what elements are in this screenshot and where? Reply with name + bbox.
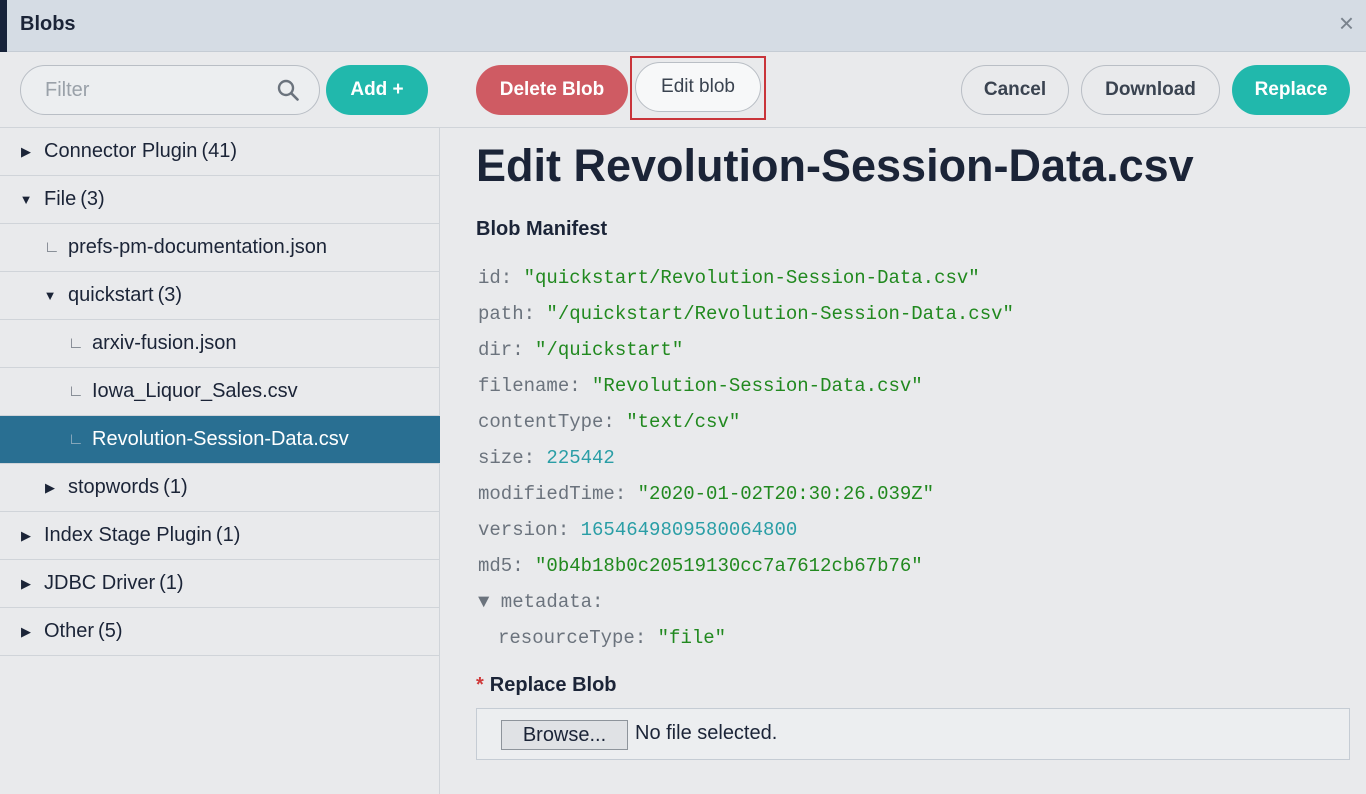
manifest-row-filename: filename: "Revolution-Session-Data.csv"	[478, 375, 923, 397]
manifest-value-resourcetype: "file"	[657, 627, 727, 649]
caret-right-icon[interactable]: ▶	[14, 144, 38, 160]
file-upload-field: Browse... No file selected.	[476, 708, 1350, 760]
caret-right-icon[interactable]: ▶	[14, 576, 38, 592]
leaf-connector-icon: ∟	[68, 382, 84, 400]
tree-item-quickstart[interactable]: ▼ quickstart (3)	[0, 272, 440, 320]
manifest-row-modifiedtime: modifiedTime: "2020-01-02T20:30:26.039Z"	[478, 483, 935, 505]
filter-box	[20, 65, 320, 115]
toolbar: Add + Delete Blob Edit blob Cancel Downl…	[0, 52, 1366, 128]
manifest-row-path: path: "/quickstart/Revolution-Session-Da…	[478, 303, 1014, 325]
page-title: Edit Revolution-Session-Data.csv	[476, 140, 1194, 191]
collapse-toggle-icon[interactable]: ▼	[478, 591, 489, 613]
tree-item-count: (41)	[201, 140, 238, 162]
manifest-value-filename: "Revolution-Session-Data.csv"	[592, 375, 923, 397]
tree-item-count: (1)	[159, 572, 184, 594]
blob-tree-sidebar: ▶ Connector Plugin (41) ▼ File (3) ∟ pre…	[0, 128, 440, 794]
tree-item-prefs-pm-documentation[interactable]: ∟ prefs-pm-documentation.json	[0, 224, 440, 272]
replace-button[interactable]: Replace	[1232, 65, 1350, 115]
browse-button[interactable]: Browse...	[501, 720, 628, 750]
replace-blob-heading: * Replace Blob	[476, 674, 617, 697]
tree-item-index-stage-plugin[interactable]: ▶ Index Stage Plugin (1)	[0, 512, 440, 560]
tree-item-jdbc-driver[interactable]: ▶ JDBC Driver (1)	[0, 560, 440, 608]
tree-item-label: arxiv-fusion.json	[92, 332, 237, 354]
manifest-row-metadata[interactable]: ▼ metadata:	[478, 584, 1014, 620]
tree-item-count: (5)	[98, 620, 123, 642]
window-title: Blobs	[20, 13, 76, 35]
manifest-row-contenttype: contentType: "text/csv"	[478, 411, 741, 433]
blob-manifest-heading: Blob Manifest	[476, 218, 608, 240]
delete-blob-button[interactable]: Delete Blob	[476, 65, 628, 115]
manifest-value-version: 1654649809580064800	[580, 519, 798, 541]
caret-right-icon[interactable]: ▶	[14, 528, 38, 544]
leaf-connector-icon: ∟	[44, 238, 60, 256]
manifest-row-dir: dir: "/quickstart"	[478, 339, 684, 361]
tree-item-label: Other	[44, 620, 95, 642]
tree-item-label: quickstart	[68, 284, 154, 306]
tree-item-label: prefs-pm-documentation.json	[68, 236, 328, 258]
title-accent-bar	[0, 0, 7, 52]
tree-item-count: (1)	[215, 524, 241, 546]
manifest-row-version: version: 1654649809580064800	[478, 519, 798, 541]
manifest-value-md5: "0b4b18b0c20519130cc7a7612cb67b76"	[535, 555, 923, 577]
leaf-connector-icon: ∟	[68, 430, 84, 448]
tree-item-count: (3)	[80, 188, 105, 210]
tree-item-label: stopwords	[68, 476, 160, 498]
tree-item-label: File	[44, 188, 77, 210]
manifest-value-modifiedtime: "2020-01-02T20:30:26.039Z"	[637, 483, 935, 505]
edit-blob-button[interactable]: Edit blob	[635, 62, 761, 112]
tree-item-label: Revolution-Session-Data.csv	[92, 428, 349, 450]
caret-right-icon[interactable]: ▶	[14, 624, 38, 640]
tree-item-arxiv-fusion[interactable]: ∟ arxiv-fusion.json	[0, 320, 440, 368]
cancel-button[interactable]: Cancel	[961, 65, 1069, 115]
caret-right-icon[interactable]: ▶	[38, 480, 62, 496]
tree-item-label: Connector Plugin	[44, 140, 198, 162]
replace-blob-label: Replace Blob	[489, 674, 617, 696]
tree-item-revolution-session-data[interactable]: ∟ Revolution-Session-Data.csv	[0, 416, 440, 464]
manifest-value-dir: "/quickstart"	[535, 339, 684, 361]
manifest-row-md5: md5: "0b4b18b0c20519130cc7a7612cb67b76"	[478, 555, 923, 577]
leaf-connector-icon: ∟	[68, 334, 84, 352]
edit-blob-panel: Edit Revolution-Session-Data.csv Blob Ma…	[452, 128, 1366, 794]
caret-down-icon[interactable]: ▼	[14, 192, 38, 207]
tree-item-stopwords[interactable]: ▶ stopwords (1)	[0, 464, 440, 512]
tree-item-iowa-liquor-sales[interactable]: ∟ Iowa_Liquor_Sales.csv	[0, 368, 440, 416]
tree-item-count: (3)	[157, 284, 183, 306]
tree-item-label: Iowa_Liquor_Sales.csv	[92, 380, 298, 402]
tree-item-file[interactable]: ▼ File (3)	[0, 176, 440, 224]
manifest-value-id: "quickstart/Revolution-Session-Data.csv"	[523, 267, 980, 289]
tree-item-label: Index Stage Plugin	[44, 524, 212, 546]
blob-manifest: id: "quickstart/Revolution-Session-Data.…	[478, 260, 1014, 656]
add-button[interactable]: Add +	[326, 65, 428, 115]
close-icon[interactable]: ×	[1339, 10, 1354, 36]
required-marker: *	[476, 674, 484, 696]
search-icon[interactable]	[277, 79, 299, 101]
manifest-value-path: "/quickstart/Revolution-Session-Data.csv…	[546, 303, 1014, 325]
download-button[interactable]: Download	[1081, 65, 1220, 115]
manifest-row-id: id: "quickstart/Revolution-Session-Data.…	[478, 267, 980, 289]
tree-item-other[interactable]: ▶ Other (5)	[0, 608, 440, 656]
filter-input[interactable]	[45, 78, 265, 102]
manifest-row-size: size: 225442	[478, 447, 615, 469]
tree-item-count: (1)	[163, 476, 188, 498]
manifest-row-resourcetype: resourceType: "file"	[498, 627, 727, 649]
title-bar: Blobs ×	[0, 0, 1366, 52]
manifest-value-contenttype: "text/csv"	[626, 411, 741, 433]
manifest-value-size: 225442	[546, 447, 615, 469]
tree-item-connector-plugin[interactable]: ▶ Connector Plugin (41)	[0, 128, 440, 176]
no-file-status: No file selected.	[635, 722, 778, 744]
tree-item-label: JDBC Driver	[44, 572, 156, 594]
caret-down-icon[interactable]: ▼	[38, 288, 62, 303]
